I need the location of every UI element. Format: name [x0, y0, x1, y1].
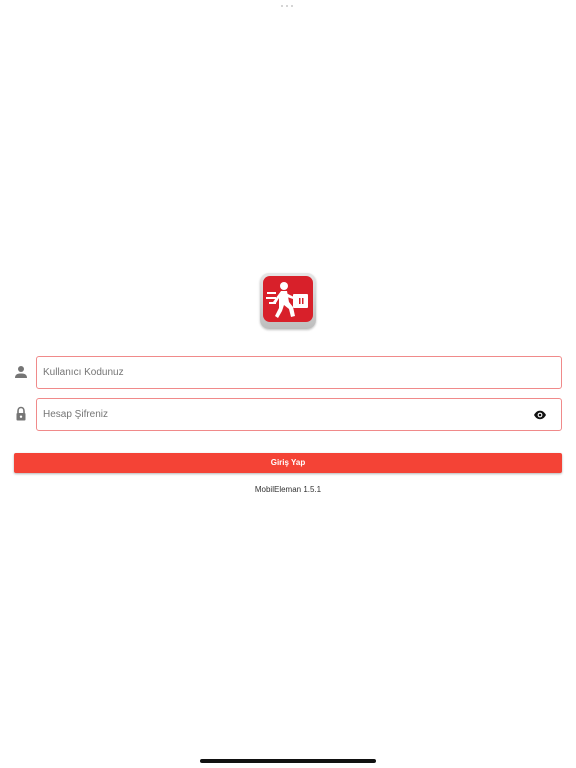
home-indicator[interactable] [200, 759, 376, 763]
login-button[interactable]: Giriş Yap [14, 453, 562, 473]
password-input[interactable] [43, 399, 513, 430]
password-field-box[interactable] [36, 398, 562, 431]
person-icon [14, 364, 28, 380]
eye-icon[interactable] [533, 408, 547, 422]
username-field-box[interactable] [36, 356, 562, 389]
login-screen: Giriş Yap MobilEleman 1.5.1 [0, 0, 576, 768]
app-version: MobilEleman 1.5.1 [254, 485, 322, 494]
lock-icon [14, 406, 28, 422]
password-row [0, 398, 576, 431]
username-input[interactable] [43, 357, 513, 388]
courier-logo-icon [263, 276, 313, 322]
multitasking-indicator[interactable] [281, 5, 293, 7]
username-row [0, 356, 576, 389]
app-logo [260, 273, 316, 329]
